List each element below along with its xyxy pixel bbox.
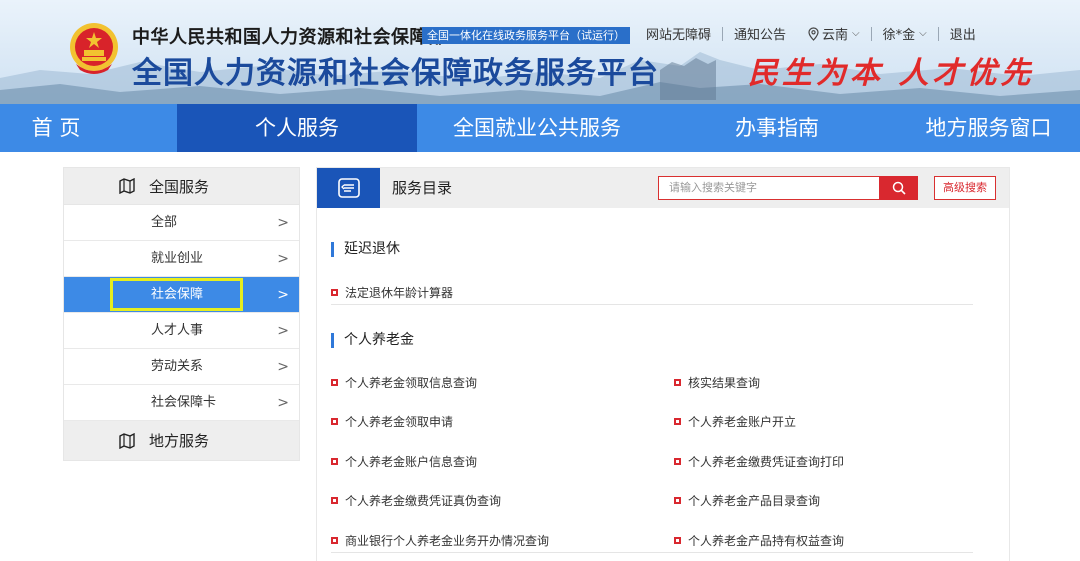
sidebar-item-all[interactable]: 全部 > <box>64 205 299 241</box>
service-link[interactable]: 个人养老金缴费凭证真伪查询 <box>331 492 501 509</box>
user-menu[interactable]: 徐*金 ⌵ <box>872 24 938 43</box>
chevron-right-icon: > <box>277 251 289 267</box>
bullet-icon <box>331 418 338 425</box>
service-label: 法定退休年龄计算器 <box>345 286 454 300</box>
sidebar-item-label: 人才人事 <box>151 323 204 338</box>
map-icon <box>119 178 135 194</box>
slogan-calligraphy: 民生为本 人才优先 <box>748 56 1035 91</box>
service-link[interactable]: 个人养老金产品持有权益查询 <box>674 532 844 549</box>
sidebar-foot-label: 地方服务 <box>149 432 210 450</box>
bullet-icon <box>331 289 338 296</box>
site-title: 全国人力资源和社会保障政务服务平台 <box>132 56 659 91</box>
service-link[interactable]: 商业银行个人养老金业务开办情况查询 <box>331 532 549 549</box>
nav-personal-services[interactable]: 个人服务 <box>177 104 417 152</box>
bullet-icon <box>674 379 681 386</box>
section-title-personal-pension: 个人养老金 <box>331 333 414 348</box>
bullet-icon <box>674 418 681 425</box>
chevron-right-icon: > <box>277 359 289 375</box>
sidebar-item-social-security[interactable]: 社会保障 > <box>64 277 299 313</box>
section-title-delayed-retirement: 延迟退休 <box>331 242 400 257</box>
accessibility-link[interactable]: 网站无障碍 <box>646 24 722 43</box>
sidebar-item-label: 就业创业 <box>151 251 204 266</box>
service-link[interactable]: 个人养老金账户开立 <box>674 413 796 430</box>
sidebar-item-employment[interactable]: 就业创业 > <box>64 241 299 277</box>
service-label: 个人养老金账户信息查询 <box>345 455 478 469</box>
map-icon <box>119 432 135 449</box>
service-label: 个人养老金账户开立 <box>688 415 797 429</box>
chevron-right-icon: > <box>277 215 289 231</box>
panel-header: 服务目录 请输入搜索关键字 高级搜索 <box>317 168 1009 208</box>
bullet-icon <box>331 379 338 386</box>
location-pin-icon <box>808 26 819 41</box>
sidebar-item-label: 全部 <box>151 215 178 230</box>
region-label: 云南 <box>822 28 849 43</box>
service-label: 个人养老金产品持有权益查询 <box>688 534 845 548</box>
service-link[interactable]: 个人养老金账户信息查询 <box>331 453 477 470</box>
catalog-list-icon <box>337 178 360 198</box>
service-link[interactable]: 个人养老金领取信息查询 <box>331 374 477 391</box>
bullet-icon <box>674 458 681 465</box>
chevron-down-icon: ⌵ <box>852 28 860 39</box>
sidebar-item-ss-card[interactable]: 社会保障卡 > <box>64 385 299 421</box>
section-divider <box>331 552 973 553</box>
service-link[interactable]: 个人养老金领取申请 <box>331 413 453 430</box>
logout-link[interactable]: 退出 <box>939 24 987 43</box>
nav-local-services[interactable]: 地方服务窗口 <box>897 104 1080 152</box>
nav-employment-services[interactable]: 全国就业公共服务 <box>417 104 657 152</box>
service-label: 个人养老金缴费凭证查询打印 <box>688 455 845 469</box>
service-label: 个人养老金产品目录查询 <box>688 494 821 508</box>
notice-link[interactable]: 通知公告 <box>723 24 797 43</box>
panel-title: 服务目录 <box>392 179 453 197</box>
sidebar-item-label: 劳动关系 <box>151 359 204 374</box>
highlight-box <box>110 278 243 311</box>
service-link[interactable]: 法定退休年龄计算器 <box>331 284 453 301</box>
nav-guide[interactable]: 办事指南 <box>657 104 897 152</box>
search-button[interactable] <box>879 176 918 200</box>
bullet-icon <box>674 537 681 544</box>
chevron-down-icon: ⌵ <box>919 28 927 39</box>
service-label: 个人养老金缴费凭证真伪查询 <box>345 494 502 508</box>
search-input[interactable]: 请输入搜索关键字 <box>658 176 880 200</box>
sidebar-list: 全部 > 就业创业 > 社会保障 > 人才人事 > 劳动关系 > 社会保障卡 > <box>63 205 300 421</box>
sidebar-head-local[interactable]: 地方服务 <box>63 421 300 461</box>
catalog-icon-box <box>317 168 380 208</box>
sidebar-item-talent[interactable]: 人才人事 > <box>64 313 299 349</box>
org-name: 中华人民共和国人力资源和社会保障部 <box>132 27 447 48</box>
bullet-icon <box>331 537 338 544</box>
user-name: 徐*金 <box>882 28 916 43</box>
service-link[interactable]: 个人养老金产品目录查询 <box>674 492 820 509</box>
search-icon <box>892 181 906 195</box>
service-catalog-panel: 服务目录 请输入搜索关键字 高级搜索 延迟退休 法定退休年龄计算器 个人养老金 … <box>316 167 1010 561</box>
service-label: 核实结果查询 <box>688 376 761 390</box>
section-divider <box>331 304 973 305</box>
sidebar-item-labor-relations[interactable]: 劳动关系 > <box>64 349 299 385</box>
chevron-right-icon: > <box>277 323 289 339</box>
advanced-search-button[interactable]: 高级搜索 <box>934 176 996 200</box>
top-links-bar: 网站无障碍 通知公告 云南 ⌵ 徐*金 ⌵ 退出 <box>646 24 987 43</box>
bullet-icon <box>331 497 338 504</box>
region-selector[interactable]: 云南 ⌵ <box>797 24 871 43</box>
service-label: 商业银行个人养老金业务开办情况查询 <box>345 534 550 548</box>
sidebar: 全国服务 全部 > 就业创业 > 社会保障 > 人才人事 > 劳动关系 > 社会… <box>63 167 300 461</box>
sidebar-head-label: 全国服务 <box>149 177 210 196</box>
sidebar-head-national[interactable]: 全国服务 <box>63 167 300 205</box>
main-nav: 首 页 个人服务 全国就业公共服务 办事指南 地方服务窗口 <box>0 104 1080 152</box>
chevron-right-icon: > <box>277 287 289 303</box>
service-link[interactable]: 核实结果查询 <box>674 374 760 391</box>
service-link[interactable]: 个人养老金缴费凭证查询打印 <box>674 453 844 470</box>
org-tag-badge: 全国一体化在线政务服务平台（试运行） <box>422 27 630 44</box>
nav-home[interactable]: 首 页 <box>0 104 112 152</box>
bullet-icon <box>331 458 338 465</box>
chevron-right-icon: > <box>277 395 289 411</box>
service-label: 个人养老金领取申请 <box>345 415 454 429</box>
national-emblem-icon <box>70 23 118 74</box>
sidebar-item-label: 社会保障卡 <box>151 395 217 410</box>
service-label: 个人养老金领取信息查询 <box>345 376 478 390</box>
bullet-icon <box>674 497 681 504</box>
site-header: 中华人民共和国人力资源和社会保障部 全国一体化在线政务服务平台（试运行） 全国人… <box>0 0 1080 104</box>
